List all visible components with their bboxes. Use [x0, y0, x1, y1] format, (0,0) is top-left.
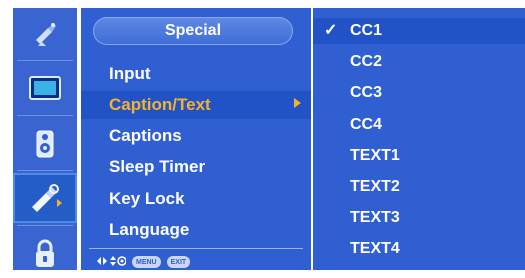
icon-divider: [17, 60, 73, 61]
submenu-option-text2[interactable]: TEXT2: [350, 177, 400, 197]
menu-header: Special: [93, 17, 293, 45]
menu-item-language[interactable]: Language: [109, 219, 189, 241]
menu-item-input[interactable]: Input: [109, 63, 151, 85]
submenu-option-text1[interactable]: TEXT1: [350, 146, 400, 166]
icon-divider: [17, 225, 73, 226]
exit-key-badge: EXIT: [166, 256, 191, 268]
button-legend: MENU EXIT: [96, 255, 191, 270]
submenu-arrow-icon: [294, 98, 301, 108]
submenu-option-cc2[interactable]: CC2: [350, 52, 382, 72]
special-menu-panel: Special Input Caption/Text Captions Slee…: [81, 8, 311, 270]
navigation-arrows-icon: [96, 255, 127, 270]
submenu-option-cc1[interactable]: CC1: [350, 21, 382, 41]
menu-key-badge: MENU: [132, 256, 161, 268]
menu-item-captions[interactable]: Captions: [109, 125, 182, 147]
picture-icon[interactable]: [13, 63, 77, 113]
menu-item-sleep-timer[interactable]: Sleep Timer: [109, 156, 205, 178]
submenu-option-text3[interactable]: TEXT3: [350, 208, 400, 228]
submenu-selection-highlight: [313, 18, 525, 44]
checkmark-icon: ✓: [324, 22, 338, 39]
tv-osd-screen: Special Input Caption/Text Captions Slee…: [0, 0, 525, 270]
menu-item-key-lock[interactable]: Key Lock: [109, 188, 185, 210]
submenu-option-cc4[interactable]: CC4: [350, 115, 382, 135]
satellite-dish-icon[interactable]: [13, 8, 77, 58]
special-tools-icon[interactable]: [13, 173, 77, 223]
icon-divider: [17, 115, 73, 116]
menu-item-caption-text[interactable]: Caption/Text: [109, 94, 211, 116]
menu-category-column: [13, 8, 77, 270]
lock-icon[interactable]: [13, 228, 77, 278]
audio-icon[interactable]: [13, 118, 77, 168]
submenu-option-text4[interactable]: TEXT4: [350, 239, 400, 259]
submenu-option-cc3[interactable]: CC3: [350, 83, 382, 103]
menu-divider: [89, 248, 303, 249]
caption-text-submenu: ✓ CC1 CC2 CC3 CC4 TEXT1 TEXT2 TEXT3 TEXT…: [313, 8, 525, 270]
icon-divider: [17, 170, 73, 171]
